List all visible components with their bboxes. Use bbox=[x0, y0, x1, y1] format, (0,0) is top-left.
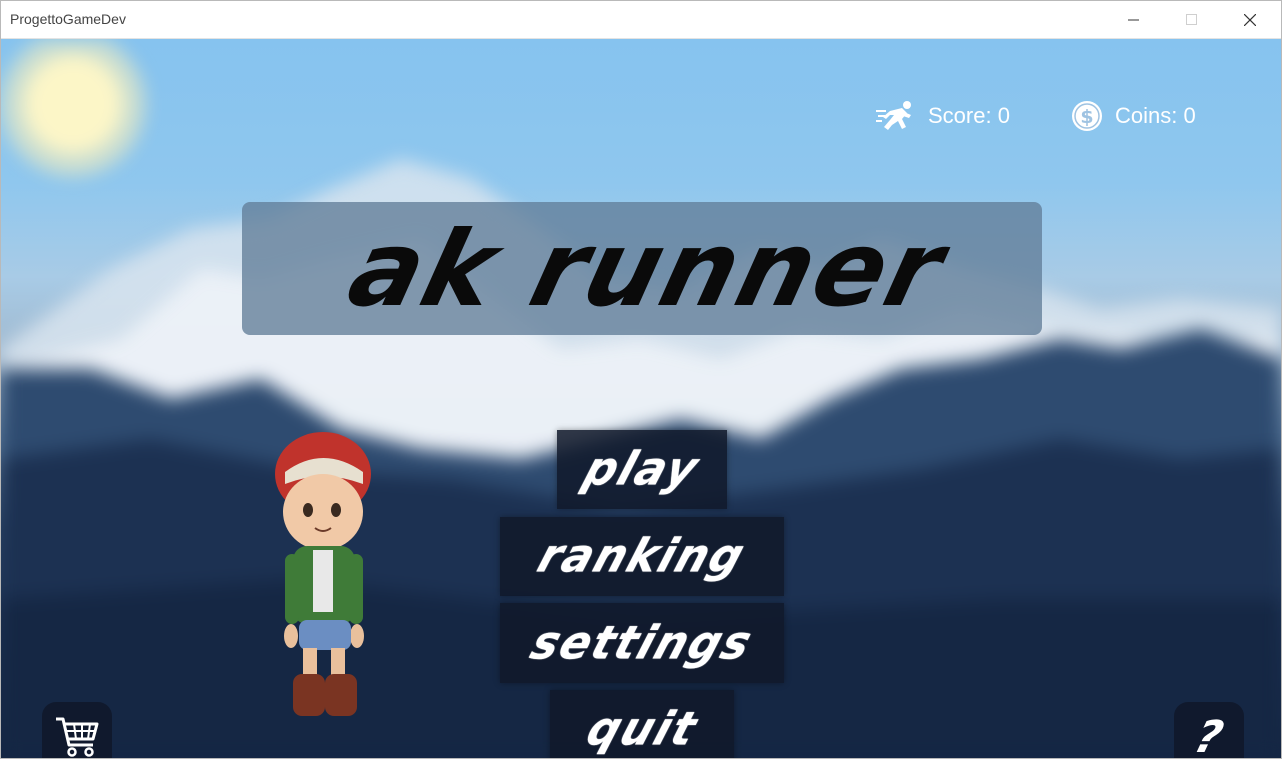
game-viewport[interactable]: Score: 0 $ Coins: 0 ak runner play ranki… bbox=[1, 39, 1281, 759]
score-label: Score: 0 bbox=[928, 103, 1010, 128]
settings-button[interactable]: settings bbox=[500, 603, 784, 683]
ranking-button[interactable]: ranking bbox=[500, 517, 784, 596]
quit-button[interactable]: quit bbox=[550, 690, 734, 758]
maximize-icon bbox=[1186, 13, 1197, 25]
score-display: Score: 0 bbox=[876, 99, 1010, 133]
ranking-label: ranking bbox=[531, 529, 753, 584]
help-button[interactable]: ? bbox=[1174, 702, 1244, 759]
help-label: ? bbox=[1189, 711, 1229, 759]
window-title: ProgettoGameDev bbox=[10, 11, 126, 27]
coin-icon: $ bbox=[1072, 101, 1102, 131]
title-bar[interactable]: ProgettoGameDev bbox=[1, 1, 1281, 39]
close-button[interactable] bbox=[1227, 1, 1273, 38]
settings-label: settings bbox=[524, 616, 760, 670]
play-button[interactable]: play bbox=[557, 430, 727, 509]
logo-text: ak runner bbox=[338, 208, 961, 329]
close-icon bbox=[1244, 13, 1256, 26]
maximize-button[interactable] bbox=[1169, 1, 1215, 38]
svg-text:$: $ bbox=[1080, 106, 1093, 128]
game-window: ProgettoGameDev Score: 0 $ Coins: 0 ak r… bbox=[0, 0, 1282, 759]
game-logo: ak runner bbox=[338, 208, 961, 329]
coins-label: Coins: 0 bbox=[1115, 103, 1196, 128]
shopping-cart-icon bbox=[56, 717, 99, 757]
shop-button[interactable] bbox=[42, 702, 112, 758]
minimize-icon bbox=[1128, 19, 1139, 20]
coins-display: $ Coins: 0 bbox=[1071, 99, 1196, 133]
minimize-button[interactable] bbox=[1111, 1, 1157, 38]
player-character bbox=[275, 432, 371, 716]
play-label: play bbox=[577, 442, 707, 497]
runner-icon bbox=[876, 101, 911, 130]
title-logo-panel: ak runner bbox=[242, 202, 1042, 335]
quit-label: quit bbox=[579, 702, 705, 757]
